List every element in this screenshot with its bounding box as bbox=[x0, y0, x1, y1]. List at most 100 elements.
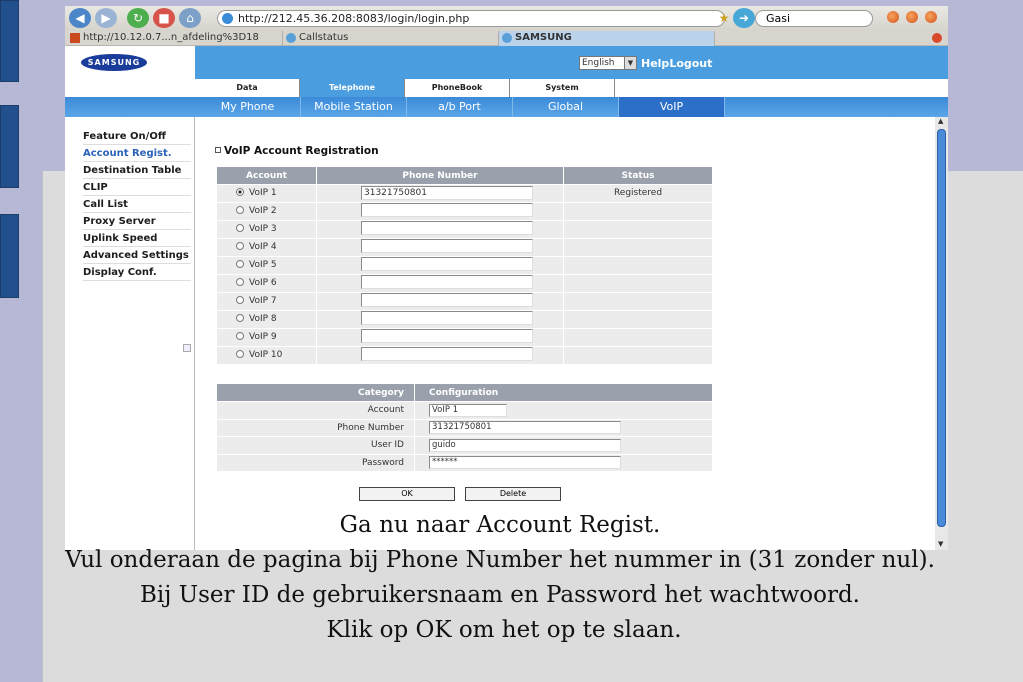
account-name: VoIP 7 bbox=[249, 296, 277, 306]
close-window-icon[interactable] bbox=[925, 11, 937, 23]
url-field[interactable]: http://212.45.36.208:8083/login/login.ph… bbox=[217, 10, 725, 27]
scroll-thumb[interactable] bbox=[937, 129, 946, 527]
caption-line-2: Vul onderaan de pagina bij Phone Number … bbox=[65, 547, 935, 573]
account-radio[interactable] bbox=[236, 224, 244, 232]
account-radio[interactable] bbox=[236, 332, 244, 340]
phone-number-input[interactable] bbox=[361, 346, 533, 361]
table-row: VoIP 10 bbox=[216, 345, 713, 365]
table-row: VoIP 6 bbox=[216, 273, 713, 293]
close-tab-icon[interactable] bbox=[932, 33, 942, 43]
account-cell: VoIP 5 bbox=[216, 255, 317, 275]
status-cell bbox=[563, 219, 713, 239]
tab-label: Callstatus bbox=[299, 32, 349, 43]
sidebar-item-uplink-speed[interactable]: Uplink Speed bbox=[83, 230, 191, 247]
samsung-logo: SAMSUNG bbox=[81, 54, 147, 71]
sidebar-item-display-conf[interactable]: Display Conf. bbox=[83, 264, 191, 281]
sidebar-item-feature[interactable]: Feature On/Off bbox=[83, 128, 191, 145]
phone-number-input[interactable] bbox=[361, 274, 533, 289]
browser-tab-2[interactable]: Callstatus bbox=[283, 31, 499, 46]
phone-cell bbox=[316, 255, 564, 275]
account-radio[interactable] bbox=[236, 260, 244, 268]
help-link[interactable]: Help bbox=[641, 57, 669, 70]
globe-icon bbox=[502, 33, 512, 43]
config-row-account: Account VoIP 1 bbox=[216, 401, 713, 420]
reload-icon[interactable]: ↻ bbox=[127, 8, 149, 28]
back-icon[interactable]: ◀ bbox=[69, 8, 91, 28]
subtab-my-phone[interactable]: My Phone bbox=[195, 97, 301, 117]
logout-link[interactable]: Logout bbox=[669, 57, 712, 70]
phone-number-input[interactable] bbox=[361, 220, 533, 235]
phone-cell bbox=[316, 345, 564, 365]
decoration-bar bbox=[0, 214, 19, 298]
phone-number-input[interactable] bbox=[361, 292, 533, 307]
user-id-field[interactable]: guido bbox=[429, 438, 621, 452]
sidebar-item-proxy-server[interactable]: Proxy Server bbox=[83, 213, 191, 230]
account-radio[interactable] bbox=[236, 314, 244, 322]
phone-number-input[interactable] bbox=[361, 256, 533, 271]
tab-telephone[interactable]: Telephone bbox=[300, 79, 405, 97]
browser-tab-3[interactable]: SAMSUNG bbox=[499, 31, 715, 46]
subtab-voip[interactable]: VoIP bbox=[619, 97, 725, 117]
sidebar-item-call-list[interactable]: Call List bbox=[83, 196, 191, 213]
password-field[interactable]: ****** bbox=[429, 456, 621, 470]
stop-icon[interactable]: ■ bbox=[153, 8, 175, 28]
sidebar-item-account-regist[interactable]: Account Regist. bbox=[83, 145, 191, 162]
account-name: VoIP 8 bbox=[249, 314, 277, 324]
account-radio[interactable] bbox=[236, 350, 244, 358]
language-select[interactable]: English ▼ bbox=[579, 56, 637, 70]
account-cell: VoIP 10 bbox=[216, 345, 317, 365]
phone-number-input[interactable] bbox=[361, 328, 533, 343]
config-value-cell: 31321750801 bbox=[414, 418, 713, 437]
ok-button[interactable]: OK bbox=[359, 487, 455, 501]
subtab-ab-port[interactable]: a/b Port bbox=[407, 97, 513, 117]
forward-icon[interactable]: ▶ bbox=[95, 8, 117, 28]
config-value-cell: ****** bbox=[414, 453, 713, 472]
home-icon[interactable]: ⌂ bbox=[179, 8, 201, 28]
minimize-icon[interactable] bbox=[887, 11, 899, 23]
phone-number-input[interactable] bbox=[361, 202, 533, 217]
caption-line-4: Klik op OK om het op te slaan. bbox=[326, 617, 682, 643]
sidebar-item-advanced-settings[interactable]: Advanced Settings bbox=[83, 247, 191, 264]
tab-data[interactable]: Data bbox=[195, 79, 300, 97]
go-icon[interactable]: ➜ bbox=[733, 8, 755, 28]
decoration-bar bbox=[0, 105, 19, 188]
status-cell: Registered bbox=[563, 184, 713, 203]
subtab-mobile-station[interactable]: Mobile Station bbox=[301, 97, 407, 117]
search-input[interactable]: Gasi bbox=[755, 10, 873, 27]
delete-button[interactable]: Delete bbox=[465, 487, 561, 501]
browser-tab-1[interactable]: http://10.12.0.7...n_afdeling%3D18 bbox=[67, 31, 283, 46]
subtab-global[interactable]: Global bbox=[513, 97, 619, 117]
config-label: Phone Number bbox=[216, 418, 415, 437]
account-table: Account Phone Number Status VoIP 1 313217… bbox=[216, 166, 713, 365]
phone-number-field[interactable]: 31321750801 bbox=[429, 421, 621, 435]
maximize-icon[interactable] bbox=[906, 11, 918, 23]
table-row: VoIP 5 bbox=[216, 255, 713, 275]
phone-cell bbox=[316, 291, 564, 311]
scrollbar[interactable]: ▲ ▼ bbox=[935, 117, 948, 550]
tab-phonebook[interactable]: PhoneBook bbox=[405, 79, 510, 97]
phone-cell: 31321750801 bbox=[316, 184, 564, 203]
sidebar: Feature On/Off Account Regist. Destinati… bbox=[65, 117, 195, 550]
account-radio[interactable] bbox=[236, 296, 244, 304]
account-radio[interactable] bbox=[236, 278, 244, 286]
account-cell: VoIP 8 bbox=[216, 309, 317, 329]
account-radio[interactable] bbox=[236, 206, 244, 214]
phone-number-input[interactable]: 31321750801 bbox=[361, 186, 533, 201]
tab-system[interactable]: System bbox=[510, 79, 615, 97]
sidebar-item-clip[interactable]: CLIP bbox=[83, 179, 191, 196]
bookmark-star-icon[interactable]: ★ bbox=[713, 8, 735, 28]
table-row: VoIP 1 31321750801 Registered bbox=[216, 184, 713, 203]
account-radio[interactable] bbox=[236, 188, 244, 197]
browser-screenshot: ◀ ▶ ↻ ■ ⌂ http://212.45.36.208:8083/logi… bbox=[65, 6, 948, 550]
config-label: Account bbox=[216, 401, 415, 420]
phone-cell bbox=[316, 201, 564, 221]
browser-toolbar: ◀ ▶ ↻ ■ ⌂ http://212.45.36.208:8083/logi… bbox=[65, 6, 948, 30]
help-logout-links: HelpLogout bbox=[641, 57, 712, 70]
scroll-up-icon[interactable]: ▲ bbox=[938, 117, 943, 125]
account-select[interactable]: VoIP 1 bbox=[429, 403, 507, 417]
phone-number-input[interactable] bbox=[361, 310, 533, 325]
account-cell: VoIP 4 bbox=[216, 237, 317, 257]
sidebar-item-destination-table[interactable]: Destination Table bbox=[83, 162, 191, 179]
account-radio[interactable] bbox=[236, 242, 244, 250]
phone-number-input[interactable] bbox=[361, 238, 533, 253]
